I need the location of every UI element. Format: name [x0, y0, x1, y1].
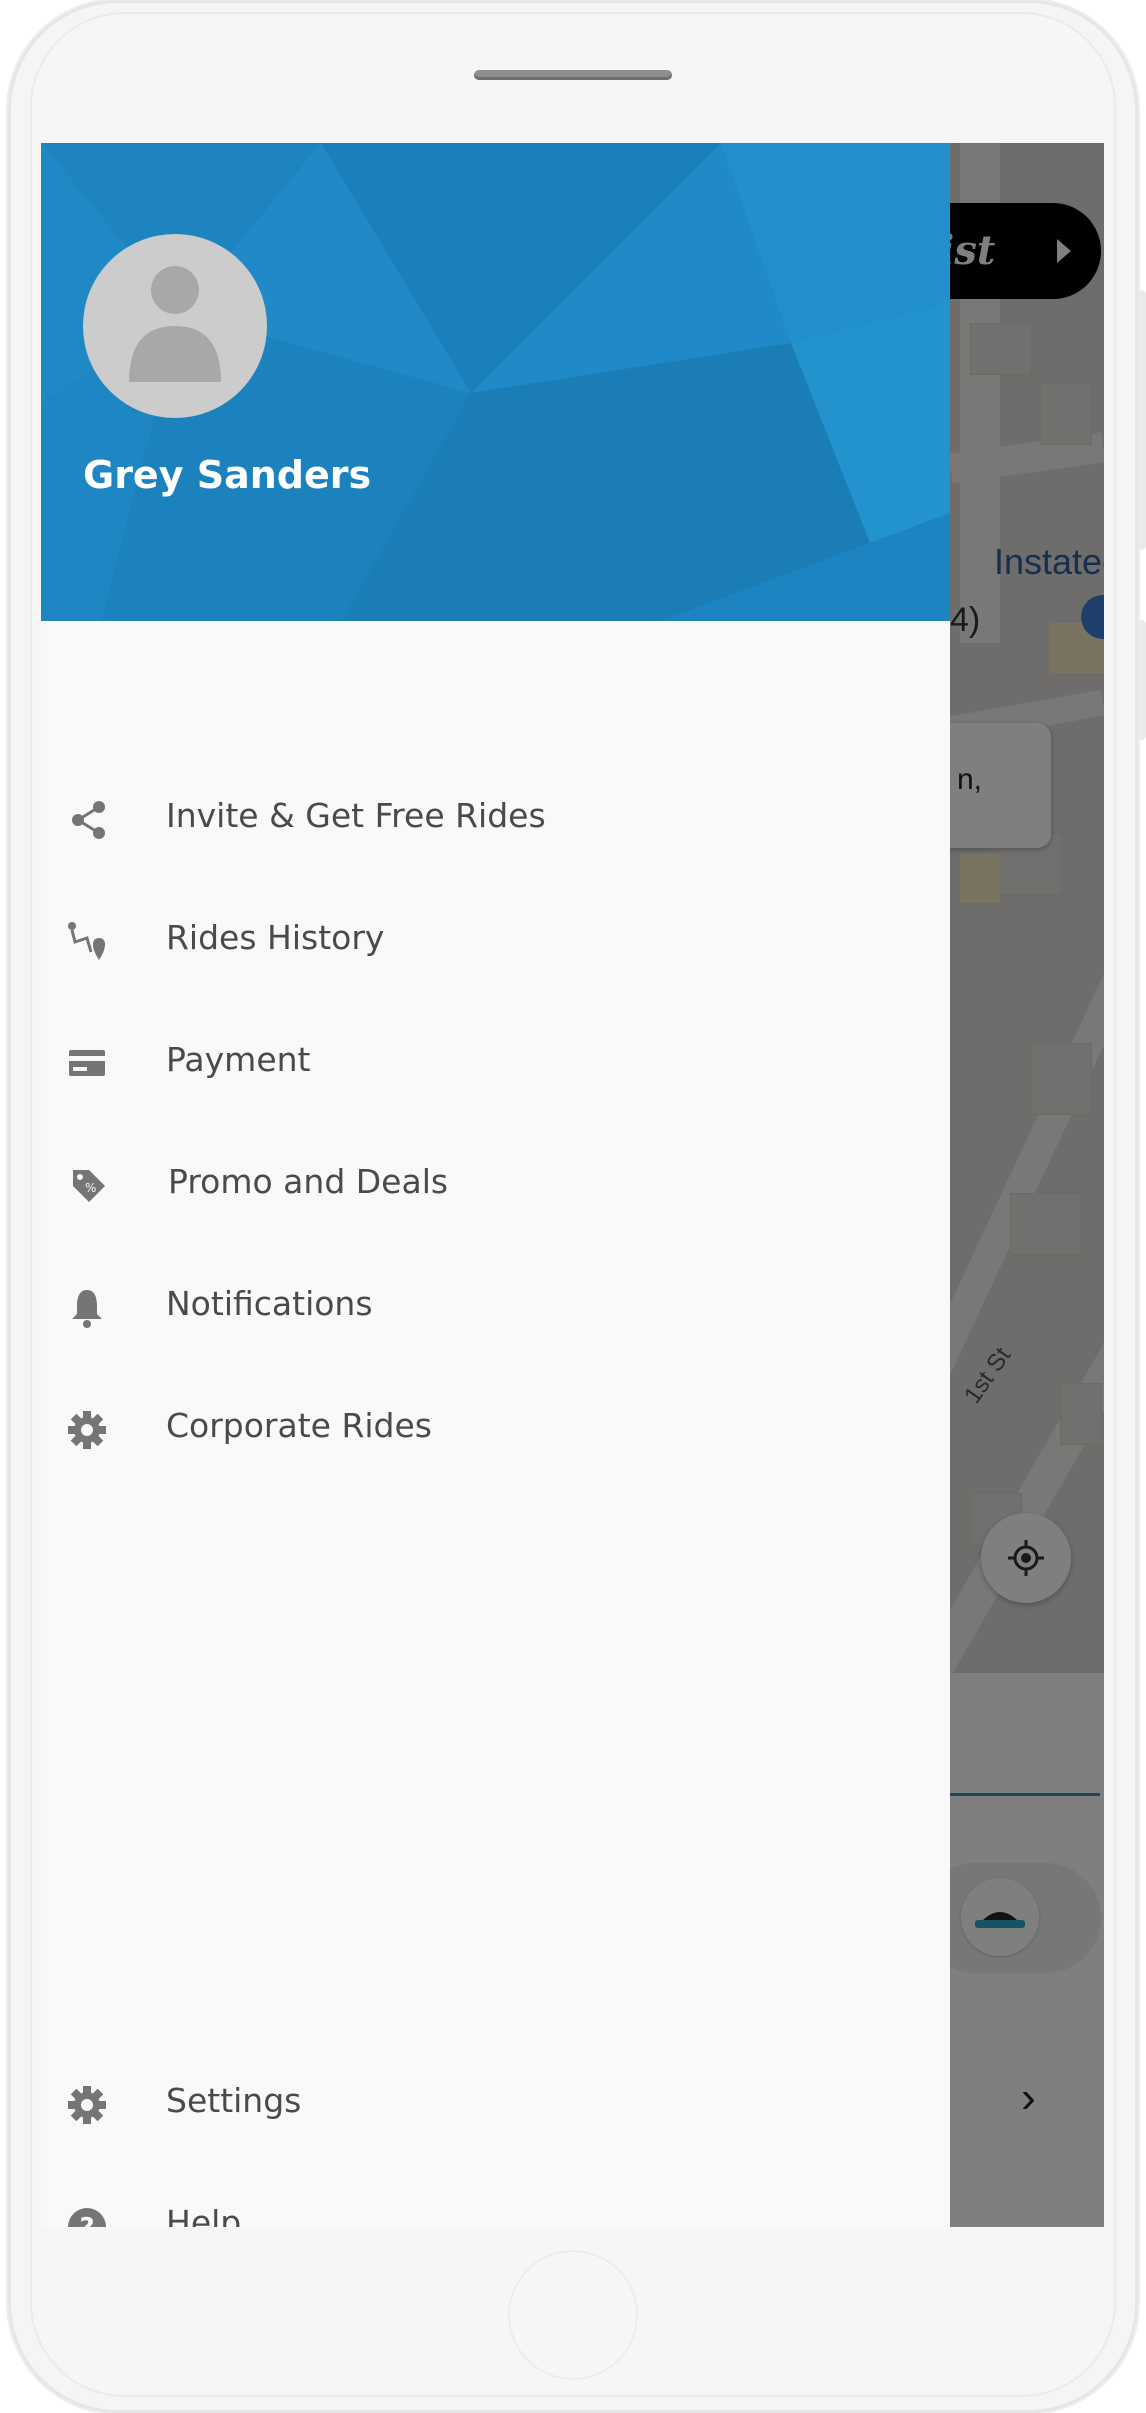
menu-item-label: Corporate Rides — [166, 1406, 432, 1445]
menu-item-label: Invite & Get Free Rides — [166, 796, 546, 835]
menu-item-label: Rides History — [166, 918, 385, 957]
share-icon — [72, 801, 105, 839]
menu-item-invite[interactable]: Invite & Get Free Rides — [41, 765, 950, 875]
phone-side-button — [1138, 620, 1146, 740]
menu-item-settings[interactable]: Settings — [41, 2050, 950, 2160]
tag-icon: % — [73, 1170, 105, 1202]
menu-item-label: Help — [166, 2203, 242, 2227]
phone-speaker — [474, 70, 672, 80]
user-name: Grey Sanders — [83, 453, 372, 497]
navigation-drawer: Grey Sanders Invite & Get Free Rides Rid… — [41, 143, 950, 2227]
phone-side-button — [1138, 290, 1146, 550]
menu-item-notifications[interactable]: Notifications — [41, 1253, 950, 1363]
menu-item-corporate-rides[interactable]: Corporate Rides — [41, 1375, 950, 1485]
bell-icon — [72, 1290, 102, 1328]
credit-card-icon — [69, 1050, 105, 1076]
svg-text:?: ? — [79, 2213, 94, 2227]
help-icon: ? — [68, 2208, 106, 2227]
person-icon — [129, 266, 221, 382]
drawer-scrim[interactable] — [950, 143, 1104, 2227]
app-screen: Instated 4) 1st St List n, › — [41, 143, 1104, 2227]
menu-item-payment[interactable]: Payment — [41, 1009, 950, 1119]
menu-item-label: Settings — [166, 2081, 302, 2120]
menu-item-rides-history[interactable]: Rides History — [41, 887, 950, 997]
gear-icon — [68, 2086, 106, 2124]
menu-item-help[interactable]: ? Help — [41, 2172, 950, 2227]
menu-item-label: Promo and Deals — [168, 1162, 449, 1201]
menu-item-label: Notifications — [166, 1284, 373, 1323]
route-icon — [68, 922, 105, 960]
phone-home-button[interactable] — [508, 2250, 638, 2380]
drawer-header: Grey Sanders — [41, 143, 950, 621]
menu-item-label: Payment — [166, 1040, 311, 1079]
menu-item-promo[interactable]: % Promo and Deals — [41, 1131, 950, 1241]
gear-icon — [68, 1411, 106, 1449]
avatar[interactable] — [83, 234, 267, 418]
svg-text:%: % — [85, 1181, 96, 1195]
